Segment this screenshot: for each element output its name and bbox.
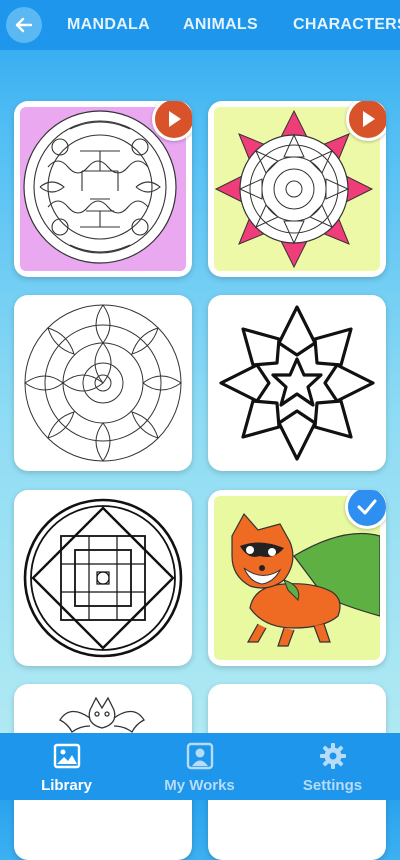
check-icon bbox=[357, 499, 377, 515]
nav-label: Library bbox=[41, 777, 92, 794]
nav-library[interactable]: Library bbox=[0, 733, 133, 800]
play-icon bbox=[363, 111, 375, 127]
nav-settings[interactable]: Settings bbox=[266, 733, 399, 800]
nav-label: Settings bbox=[302, 777, 363, 794]
coloring-card-mandala-purple[interactable] bbox=[14, 101, 192, 277]
video-badge[interactable] bbox=[346, 101, 386, 141]
video-badge[interactable] bbox=[152, 101, 192, 141]
gear-icon bbox=[319, 743, 346, 769]
nav-label: My Works bbox=[164, 777, 235, 794]
coloring-thumbnail bbox=[20, 496, 186, 660]
coloring-card-mandala-pink-flower[interactable] bbox=[208, 101, 386, 277]
coloring-thumbnail bbox=[20, 301, 186, 465]
coloring-card-mandala-bold-flower[interactable] bbox=[208, 295, 386, 471]
coloring-card-fox-superhero[interactable] bbox=[208, 490, 386, 666]
image-icon bbox=[53, 743, 80, 769]
bottom-navigation: Library My Works Settings bbox=[0, 733, 400, 800]
coloring-thumbnail bbox=[214, 301, 380, 465]
coloring-card-mandala-lace[interactable] bbox=[14, 295, 192, 471]
selected-badge bbox=[345, 490, 386, 529]
nav-my-works[interactable]: My Works bbox=[133, 733, 266, 800]
portrait-icon bbox=[186, 742, 213, 770]
play-icon bbox=[169, 111, 181, 127]
coloring-card-mandala-geometric[interactable] bbox=[14, 490, 192, 666]
coloring-page-grid bbox=[0, 0, 400, 860]
